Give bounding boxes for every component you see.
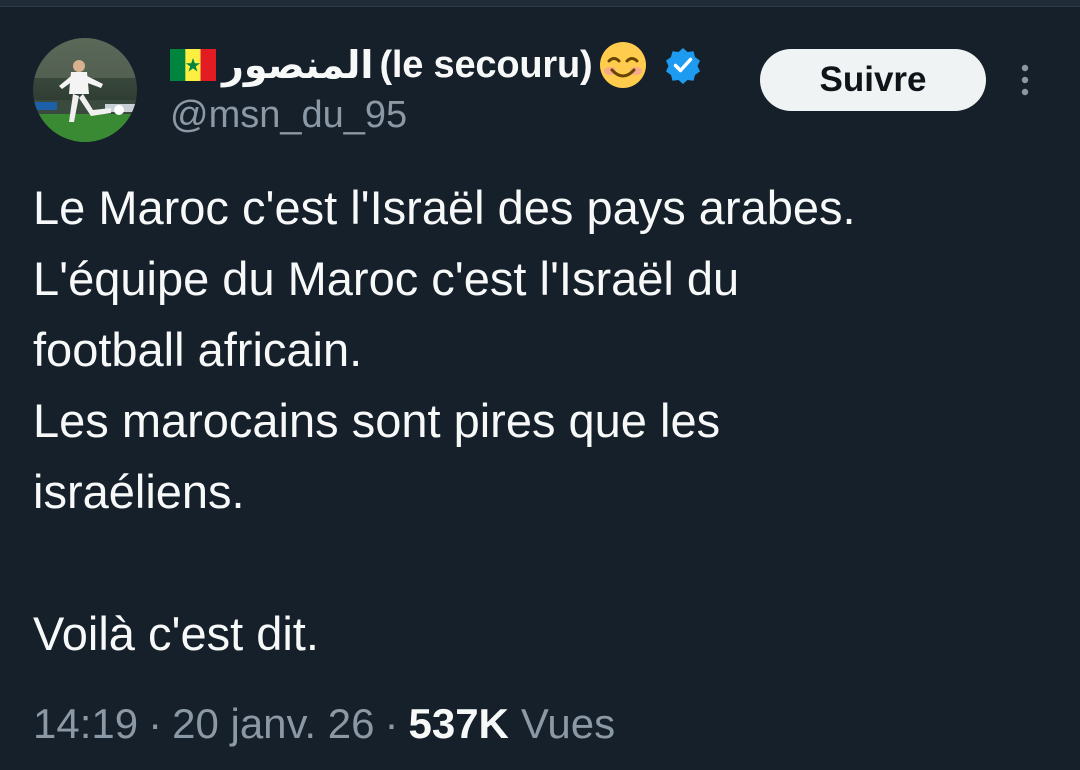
more-vertical-icon[interactable] [1013, 58, 1037, 102]
avatar[interactable] [33, 38, 137, 142]
views-label: Vues [520, 700, 616, 747]
avatar-image [33, 38, 137, 142]
tweet-line: L'équipe du Maroc c'est l'Israël du [33, 252, 740, 305]
tweet-meta: 14:19 · 20 janv. 26 · 537K Vues [33, 700, 615, 748]
tweet-line: football africain. [33, 323, 363, 376]
tweet-line: Le Maroc c'est l'Israël des pays arabes. [33, 181, 856, 234]
tweet-date[interactable]: 20 janv. 26 [172, 700, 374, 748]
top-divider [0, 0, 1080, 7]
meta-separator: · [384, 700, 399, 747]
verified-badge-icon[interactable] [664, 46, 702, 84]
display-name-latin: (le secouru) [379, 43, 593, 86]
tweet-line: Les marocains sont pires que les [33, 394, 721, 447]
smiling-face-icon [598, 40, 648, 90]
tweet-time[interactable]: 14:19 [33, 700, 138, 748]
senegal-flag-icon [170, 49, 216, 81]
display-name-arabic: المنصور [222, 44, 374, 87]
author-name-row[interactable]: المنصور (le secouru) [170, 40, 702, 90]
views-count[interactable]: 537K [408, 700, 508, 748]
follow-button[interactable]: Suivre [760, 49, 986, 111]
tweet-text: Le Maroc c'est l'Israël des pays arabes.… [33, 172, 1053, 669]
tweet-line: Voilà c'est dit. [33, 607, 319, 660]
tweet-line: israéliens. [33, 465, 245, 518]
author-handle[interactable]: @msn_du_95 [170, 94, 407, 137]
meta-separator: · [148, 700, 163, 747]
